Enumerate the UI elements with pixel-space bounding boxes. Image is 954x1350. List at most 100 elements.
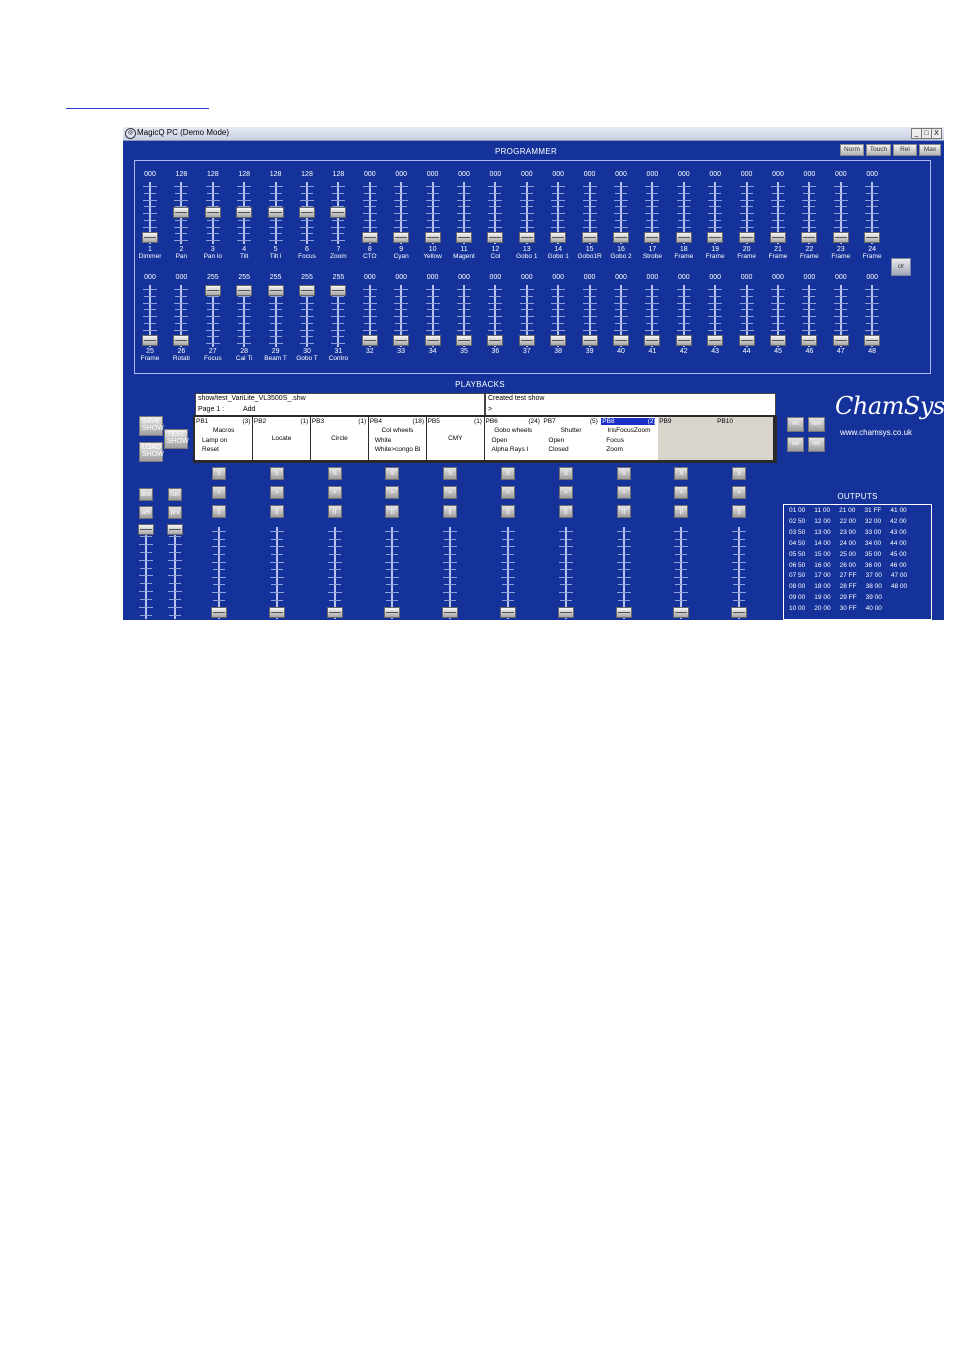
playback-fader[interactable] (557, 527, 575, 619)
pause-button[interactable]: || (327, 505, 342, 518)
playback-fader[interactable] (268, 527, 286, 619)
fader-knob[interactable] (615, 607, 632, 618)
pause-button[interactable]: || (501, 505, 515, 518)
channel-fader[interactable] (832, 182, 850, 244)
fader-knob[interactable] (173, 335, 190, 346)
channel-fader[interactable] (486, 182, 504, 244)
channel-fader[interactable] (392, 285, 410, 347)
pause-button[interactable]: || (674, 505, 689, 518)
s-button[interactable]: S (558, 467, 573, 480)
playback-fader[interactable] (383, 527, 401, 619)
fader-knob[interactable] (738, 335, 755, 346)
prv-button[interactable]: prv (168, 506, 182, 519)
go-button[interactable]: > (443, 486, 458, 499)
playback-button-9[interactable]: PB9 (658, 417, 716, 460)
channel-fader[interactable] (800, 182, 818, 244)
s-button[interactable]: S (212, 467, 226, 480)
channel-fader[interactable] (204, 285, 222, 347)
channel-fader[interactable] (832, 285, 850, 347)
fader-knob[interactable] (299, 206, 315, 218)
fader-knob[interactable] (236, 206, 253, 218)
fader-knob[interactable] (204, 206, 221, 218)
channel-fader[interactable] (643, 285, 661, 347)
fader-knob[interactable] (581, 335, 598, 346)
fader-knob[interactable] (236, 285, 253, 296)
s-button[interactable]: S (674, 467, 689, 480)
fader-knob[interactable] (384, 607, 401, 618)
fader-knob[interactable] (518, 232, 535, 243)
channel-fader[interactable] (800, 285, 818, 347)
playback-fader[interactable] (326, 527, 344, 619)
channel-fader[interactable] (204, 182, 222, 244)
fader-knob[interactable] (738, 232, 755, 243)
fader-knob[interactable] (456, 232, 472, 243)
pause-button[interactable]: || (558, 505, 573, 518)
playback-button-1[interactable]: PB1 (3) Macros Lamp on Reset (195, 417, 253, 460)
command-prompt[interactable]: > (488, 406, 492, 413)
channel-fader[interactable] (424, 285, 442, 347)
fader-knob[interactable] (550, 335, 567, 346)
go-button[interactable]: > (212, 486, 226, 499)
channel-fader[interactable] (235, 285, 253, 347)
fader-knob[interactable] (770, 232, 786, 243)
fader-knob[interactable] (644, 335, 661, 346)
pause-button[interactable]: || (269, 505, 284, 518)
channel-fader[interactable] (769, 285, 787, 347)
s-button[interactable]: S (732, 467, 747, 480)
channel-fader[interactable] (361, 285, 379, 347)
channel-fader[interactable] (455, 285, 473, 347)
rem-button[interactable]: rem (808, 417, 825, 432)
fader-knob[interactable] (832, 335, 849, 346)
channel-fader[interactable] (706, 285, 724, 347)
go-button[interactable]: > (616, 486, 631, 499)
channel-fader[interactable] (581, 182, 599, 244)
fader-knob[interactable] (581, 232, 598, 243)
fader-knob[interactable] (211, 607, 227, 618)
channel-fader[interactable] (769, 182, 787, 244)
playback-fader[interactable] (672, 527, 690, 619)
channel-fader[interactable] (738, 182, 756, 244)
fader-knob[interactable] (832, 232, 849, 243)
channel-fader[interactable] (549, 182, 567, 244)
pause-button[interactable]: || (212, 505, 226, 518)
fader-knob[interactable] (675, 335, 692, 346)
channel-fader[interactable] (675, 182, 693, 244)
fader-knob[interactable] (393, 335, 410, 346)
norm-mode-button[interactable]: Norm (840, 144, 864, 156)
fader-knob[interactable] (518, 335, 535, 346)
fader-knob[interactable] (424, 335, 441, 346)
channel-fader[interactable] (298, 182, 316, 244)
playback-fader[interactable] (166, 524, 184, 619)
fader-knob[interactable] (801, 335, 818, 346)
playback-fader[interactable] (210, 527, 228, 619)
clear-button[interactable]: clr (891, 258, 911, 276)
page-hyperlink-underline[interactable] (66, 108, 209, 109)
fader-knob[interactable] (613, 335, 629, 346)
fader-knob[interactable] (487, 335, 504, 346)
playback-fader[interactable] (499, 527, 517, 619)
channel-fader[interactable] (424, 182, 442, 244)
fader-knob[interactable] (707, 335, 724, 346)
fader-knob[interactable] (393, 232, 410, 243)
pause-button[interactable]: || (732, 505, 747, 518)
channel-fader[interactable] (267, 182, 285, 244)
fader-knob[interactable] (487, 232, 504, 243)
fader-knob[interactable] (268, 607, 285, 618)
fader-knob[interactable] (167, 524, 183, 535)
fader-knob[interactable] (864, 335, 881, 346)
channel-fader[interactable] (706, 182, 724, 244)
close-button[interactable]: X (931, 128, 942, 139)
s-button[interactable]: S (443, 467, 458, 480)
channel-fader[interactable] (267, 285, 285, 347)
channel-fader[interactable] (863, 182, 881, 244)
s-button[interactable]: S (385, 467, 400, 480)
fader-knob[interactable] (138, 524, 154, 535)
playback-fader[interactable] (730, 527, 748, 619)
go-button[interactable]: > (674, 486, 689, 499)
fader-knob[interactable] (299, 285, 315, 296)
channel-fader[interactable] (518, 182, 536, 244)
playback-button-3[interactable]: PB3 (1) Circle (310, 417, 369, 460)
rel-mode-button[interactable]: Rel (893, 144, 917, 156)
fader-knob[interactable] (550, 232, 567, 243)
playback-fader[interactable] (137, 524, 155, 619)
